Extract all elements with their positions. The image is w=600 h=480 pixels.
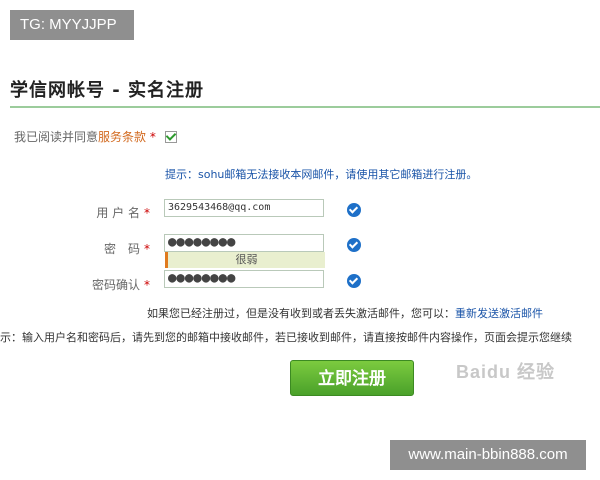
username-input[interactable]: 3629543468@qq.com	[164, 199, 324, 217]
required-mark: *	[144, 242, 150, 256]
password-input[interactable]: ●●●●●●●●	[164, 234, 324, 252]
resend-activation-link[interactable]: 重新发送激活邮件	[455, 307, 543, 320]
password-strength-meter: 很弱	[165, 252, 325, 268]
email-tip: 提示：sohu邮箱无法接收本网邮件，请使用其它邮箱进行注册。	[165, 168, 478, 181]
agree-terms-row: 我已阅读并同意服务条款 *	[14, 128, 156, 145]
page-title: 学信网帐号 - 实名注册	[10, 80, 205, 101]
password-label: 密 码 *	[103, 242, 150, 256]
confirm-password-input[interactable]: ●●●●●●●●	[164, 270, 324, 288]
register-button[interactable]: 立即注册	[290, 360, 414, 396]
watermark-tag: TG: MYYJJPP	[10, 10, 134, 40]
site-watermark: www.main-bbin888.com	[390, 440, 586, 470]
confirm-label: 密码确认 *	[91, 278, 150, 292]
terms-link[interactable]: 服务条款	[98, 130, 146, 144]
agree-checkbox[interactable]	[165, 131, 177, 143]
check-icon	[347, 203, 361, 217]
baidu-watermark: Baidu 经验	[456, 362, 556, 382]
required-mark: *	[144, 206, 150, 220]
instruction-text: 示：输入用户名和密码后，请先到您的邮箱中接收邮件，若已接收到邮件，请直接按邮件内…	[0, 331, 572, 344]
agree-label: 我已阅读并同意	[14, 130, 99, 144]
check-icon	[347, 274, 361, 288]
required-mark: *	[144, 278, 150, 292]
username-label: 用 户 名 *	[96, 206, 150, 220]
title-divider	[10, 106, 600, 108]
required-mark: *	[149, 130, 156, 144]
resend-text: 如果您已经注册过，但是没有收到或者丢失激活邮件，您可以：	[147, 307, 455, 320]
resend-row: 如果您已经注册过，但是没有收到或者丢失激活邮件，您可以：重新发送激活邮件	[147, 305, 543, 321]
check-icon	[347, 238, 361, 252]
